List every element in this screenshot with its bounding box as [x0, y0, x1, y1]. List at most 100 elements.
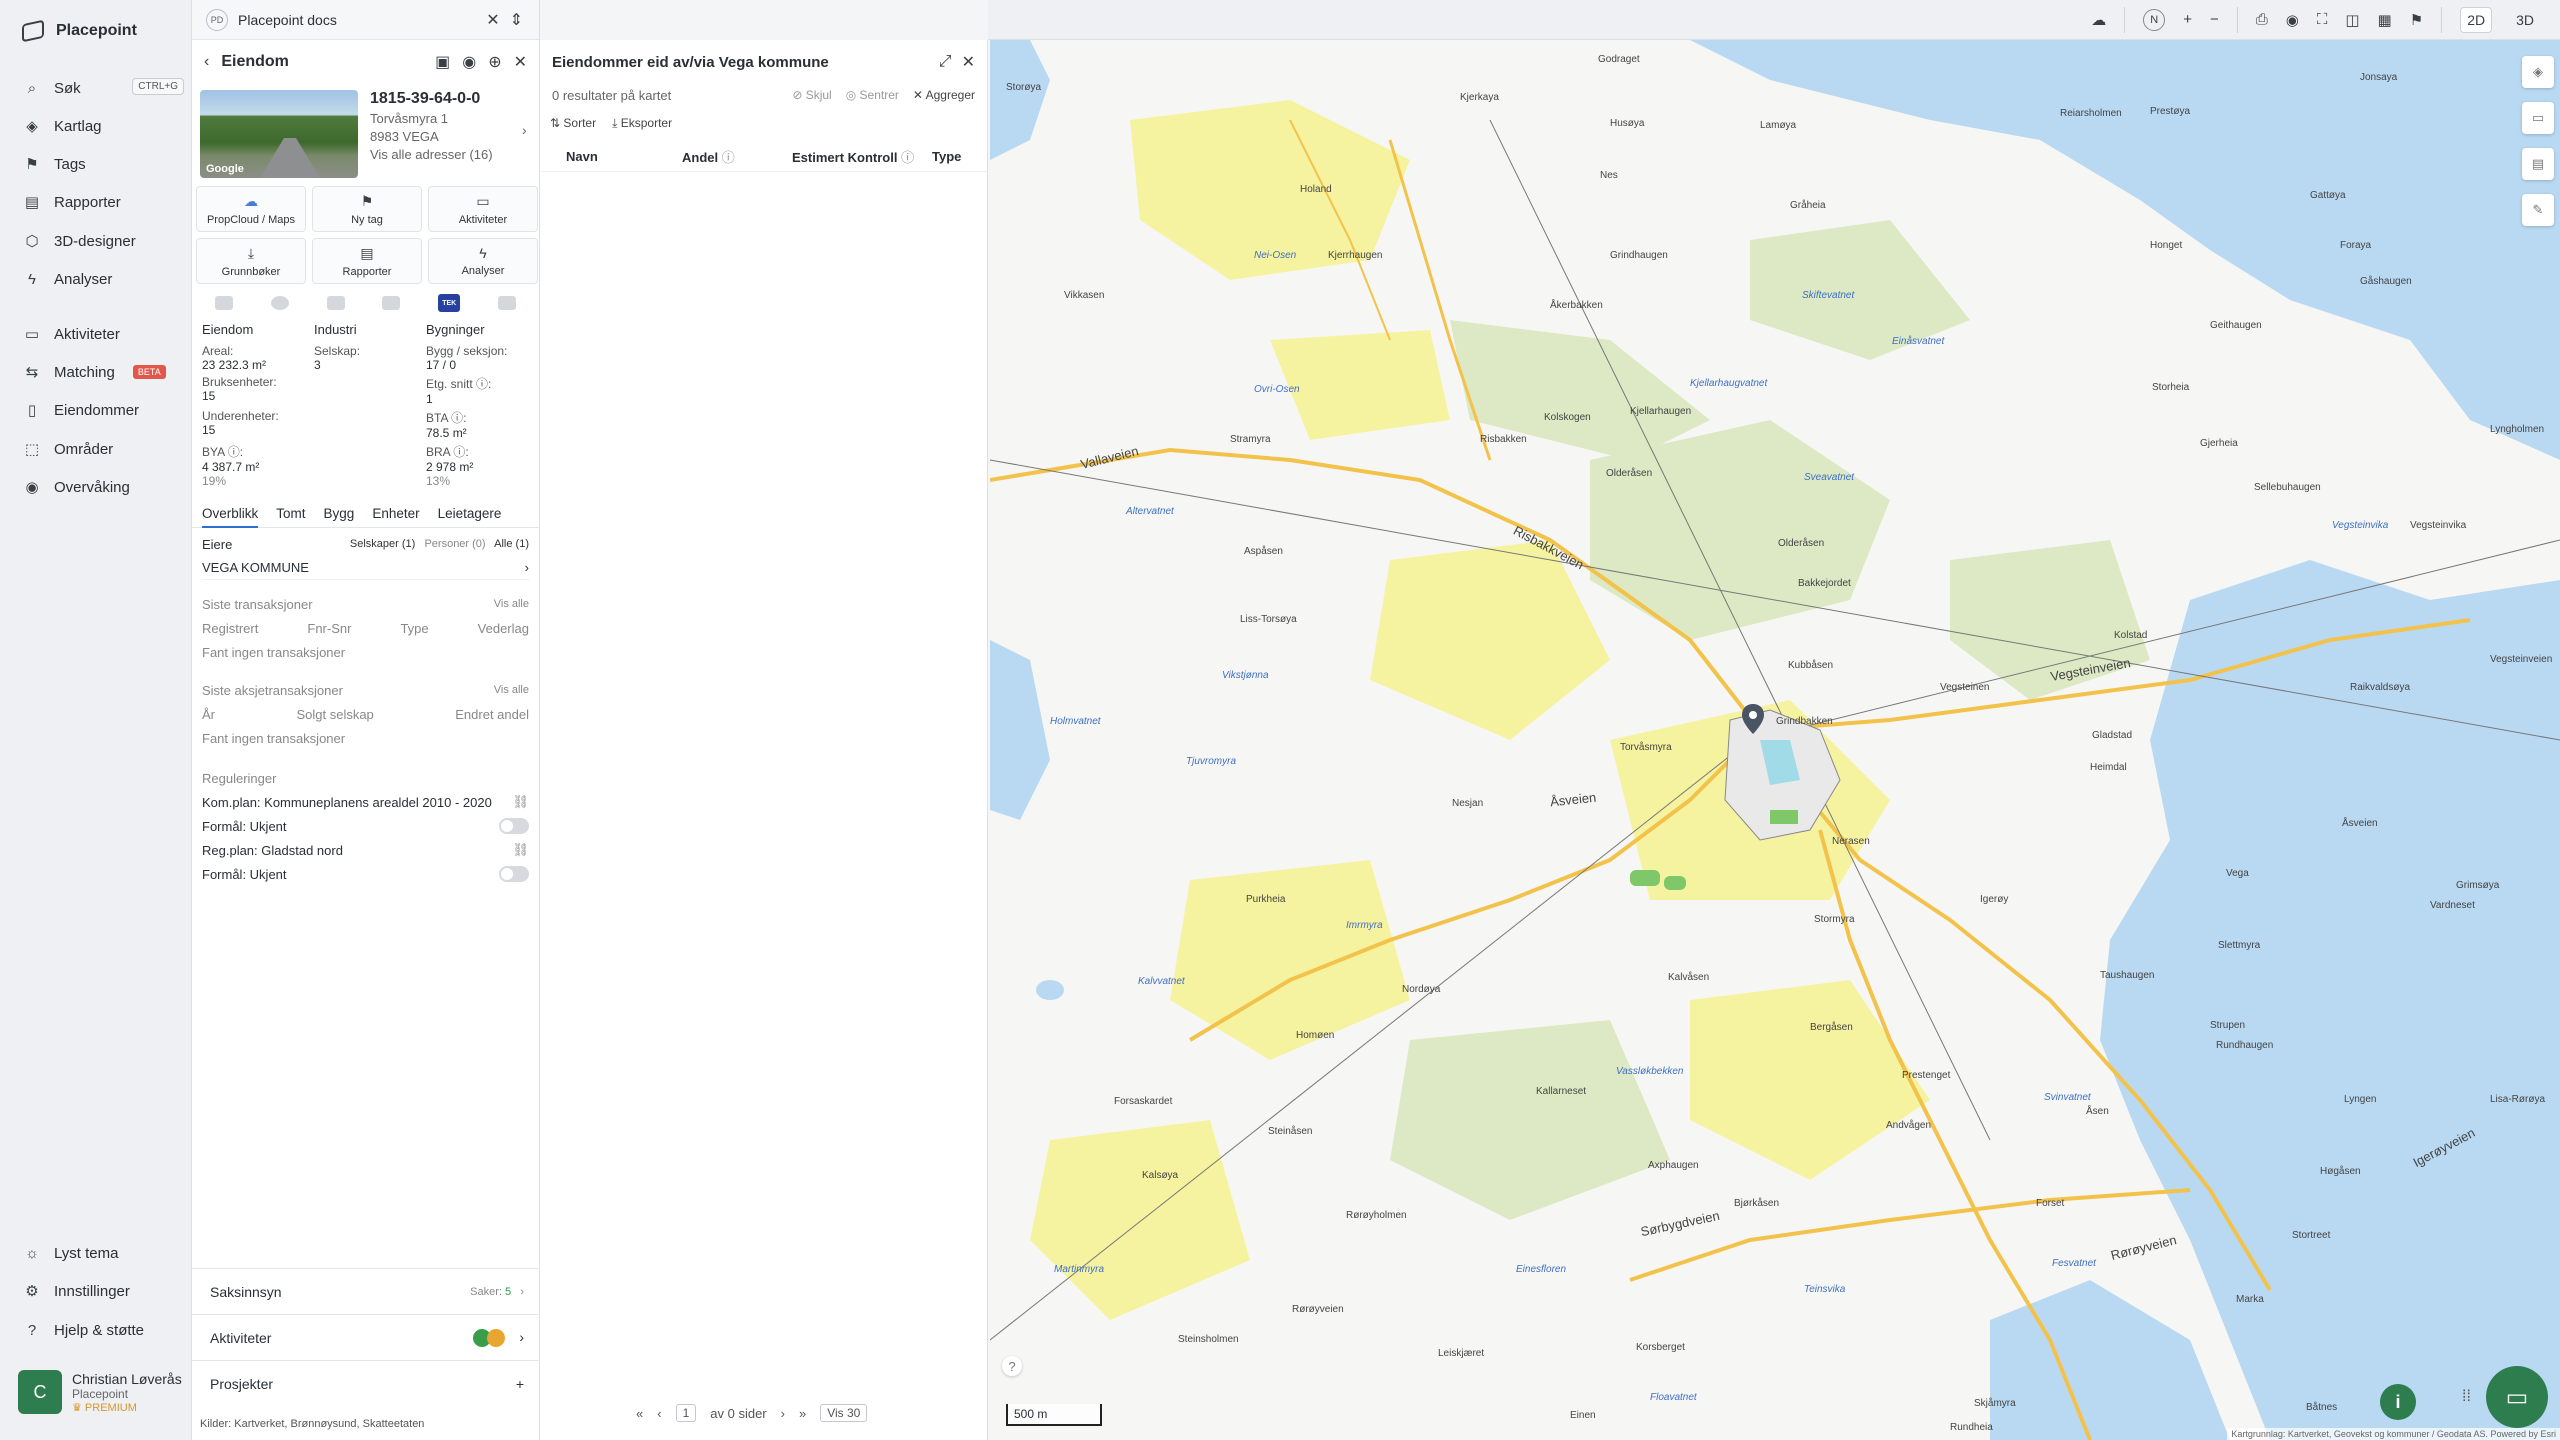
transactions-see-all[interactable]: Vis alle: [494, 598, 529, 610]
last-page-icon[interactable]: »: [799, 1406, 806, 1421]
export-button[interactable]: ⤓ Eksporter: [612, 116, 672, 131]
compass-icon[interactable]: N: [2143, 8, 2166, 31]
center-button[interactable]: ◎ Sentrer: [846, 88, 899, 102]
nav-item-aktiviteter[interactable]: ▭ Aktiviteter: [24, 320, 184, 348]
mode-2d-button[interactable]: 2D: [2460, 6, 2493, 33]
map-chart-control[interactable]: ▤: [2522, 148, 2554, 180]
doc-title[interactable]: Placepoint docs: [238, 12, 476, 28]
nav-item-sok[interactable]: ⌕ Søk CTRL+G: [24, 74, 184, 102]
nav-item-hjelp[interactable]: ? Hjelp & støtte: [24, 1316, 184, 1344]
app-brand[interactable]: Placepoint: [22, 19, 137, 43]
map-draw-control[interactable]: ✎: [2522, 194, 2554, 226]
close-icon[interactable]: ✕: [514, 52, 527, 72]
tab-leietagere[interactable]: Leietagere: [438, 506, 502, 521]
new-tag-button[interactable]: ⚑ Ny tag: [312, 186, 422, 232]
add-icon[interactable]: +: [516, 1376, 524, 1392]
next-page-icon[interactable]: ›: [781, 1406, 785, 1421]
col-estimert-kontroll[interactable]: Estimert Kontroll ⓘ: [792, 147, 932, 166]
map-measure-control[interactable]: ▭: [2522, 102, 2554, 134]
prosjekter-row[interactable]: Prosjekter +: [192, 1360, 540, 1406]
reports-button[interactable]: ▤ Rapporter: [312, 238, 422, 284]
nav-item-analyser[interactable]: ϟ Analyser: [24, 265, 184, 293]
aggregate-button[interactable]: ✕ Aggreger: [913, 88, 975, 102]
mode-3d-button[interactable]: 3D: [2510, 8, 2540, 32]
eye-icon[interactable]: ◉: [462, 52, 476, 72]
page-input[interactable]: 1: [675, 1404, 697, 1422]
print-icon[interactable]: ⎙: [2256, 11, 2268, 28]
weather-icon[interactable]: ☁: [2091, 11, 2106, 29]
tab-overblikk[interactable]: Overblikk: [202, 506, 259, 528]
aktiviteter-row[interactable]: Aktiviteter ›: [192, 1314, 540, 1360]
link-icon[interactable]: ⛓: [512, 842, 529, 858]
zoom-out-icon[interactable]: −: [2210, 11, 2219, 28]
building-icon[interactable]: [214, 296, 233, 310]
nav-item-overvaking[interactable]: ◉ Overvåking: [24, 473, 184, 501]
regulation-row[interactable]: Reg.plan: Gladstad nord ⛓: [202, 838, 529, 862]
crop-icon[interactable]: [326, 296, 345, 310]
col-type[interactable]: Type: [932, 149, 961, 164]
id-card-icon[interactable]: ▣: [435, 52, 450, 72]
filter-all[interactable]: Alle (1): [494, 538, 529, 550]
nav-item-lyst-tema[interactable]: ☼ Lyst tema: [24, 1239, 184, 1267]
all-addresses-link[interactable]: Vis alle adresser (16): [370, 147, 493, 162]
map-canvas[interactable]: Godraget Jonsaya Kjerkaya Husøya Lamøya …: [990, 40, 2560, 1440]
nav-item-innstillinger[interactable]: ⚙ Innstillinger: [24, 1277, 184, 1305]
land-registry-button[interactable]: ⤓ Grunnbøker: [196, 238, 306, 284]
nav-item-matching[interactable]: ⇆ Matching BETA: [24, 358, 184, 386]
source-kartverket[interactable]: Kartverket,: [234, 1418, 287, 1430]
col-andel[interactable]: Andel ⓘ: [672, 147, 792, 166]
street-view-photo[interactable]: Google: [200, 90, 358, 178]
house-icon[interactable]: [498, 296, 517, 310]
close-icon[interactable]: ✕: [962, 52, 975, 72]
bookmark-icon[interactable]: ⚑: [2410, 11, 2423, 29]
nav-item-kartlag[interactable]: ◈ Kartlag: [24, 112, 184, 140]
share-transactions-see-all[interactable]: Vis alle: [494, 684, 529, 696]
nav-item-tags[interactable]: ⚑ Tags: [24, 150, 184, 178]
chat-support-button[interactable]: ▭: [2486, 1366, 2548, 1428]
hide-button[interactable]: ⊘ Skjul: [792, 88, 831, 102]
analyses-button[interactable]: ϟ Analyser: [428, 238, 538, 284]
tab-enheter[interactable]: Enheter: [372, 506, 419, 521]
camera-icon[interactable]: ◫: [2345, 11, 2359, 29]
tab-bygg[interactable]: Bygg: [324, 506, 355, 521]
eye-icon[interactable]: ◉: [2286, 11, 2299, 29]
source-skatteetaten[interactable]: Skatteetaten: [363, 1418, 425, 1430]
map-help-button[interactable]: ?: [1002, 1356, 1022, 1376]
info-button[interactable]: i: [2380, 1384, 2416, 1420]
sort-button[interactable]: ⇅ Sorter: [550, 116, 596, 130]
activities-button[interactable]: ▭ Aktiviteter: [428, 186, 538, 232]
user-profile[interactable]: C Christian Løverås Placepoint ♛ PREMIUM: [18, 1370, 182, 1414]
regulation-row[interactable]: Kom.plan: Kommuneplanens arealdel 2010 -…: [202, 790, 529, 814]
nav-item-eiendommer[interactable]: ▯ Eiendommer: [24, 396, 184, 424]
filter-companies[interactable]: Selskaper (1): [350, 538, 415, 550]
regulation-toggle[interactable]: [499, 818, 529, 834]
regulation-toggle[interactable]: [499, 866, 529, 882]
close-icon[interactable]: ✕: [486, 10, 499, 30]
per-page-select[interactable]: Vis 30: [820, 1404, 868, 1422]
nav-item-omrader[interactable]: ⬚ Områder: [24, 435, 184, 463]
owner-row[interactable]: VEGA KOMMUNE ›: [202, 556, 529, 580]
link-icon[interactable]: ⛓: [512, 794, 529, 810]
fullscreen-icon[interactable]: ⛶: [2317, 11, 2328, 28]
propcloud-button[interactable]: ☁ PropCloud / Maps: [196, 186, 306, 232]
filter-persons[interactable]: Personer (0): [424, 538, 485, 550]
add-icon[interactable]: ⊕: [488, 52, 501, 72]
source-bronnoysund[interactable]: Brønnøysund,: [291, 1418, 360, 1430]
nav-item-rapporter[interactable]: ▤ Rapporter: [24, 188, 184, 216]
col-navn[interactable]: Navn: [552, 149, 672, 164]
chart-icon[interactable]: [382, 296, 401, 310]
grid-icon[interactable]: ▦: [2378, 11, 2392, 29]
tek-badge[interactable]: TEK: [438, 294, 461, 312]
first-page-icon[interactable]: «: [636, 1406, 643, 1421]
map-layers-control[interactable]: ◈: [2522, 56, 2554, 88]
nav-item-3d-designer[interactable]: ⬡ 3D-designer: [24, 227, 184, 255]
zoom-in-icon[interactable]: +: [2183, 11, 2192, 28]
saksinnsyn-row[interactable]: Saksinnsyn Saker: 5 ›: [192, 1268, 540, 1314]
expand-collapse-icon[interactable]: ⇕: [510, 10, 523, 30]
grid-dots-icon[interactable]: ⁞⁞: [2462, 1388, 2471, 1406]
prev-page-icon[interactable]: ‹: [657, 1406, 661, 1421]
location-pin-icon[interactable]: [1742, 704, 1764, 734]
back-icon[interactable]: ‹: [204, 53, 209, 71]
tab-tomt[interactable]: Tomt: [276, 506, 305, 521]
expand-icon[interactable]: ⤢: [939, 53, 952, 71]
